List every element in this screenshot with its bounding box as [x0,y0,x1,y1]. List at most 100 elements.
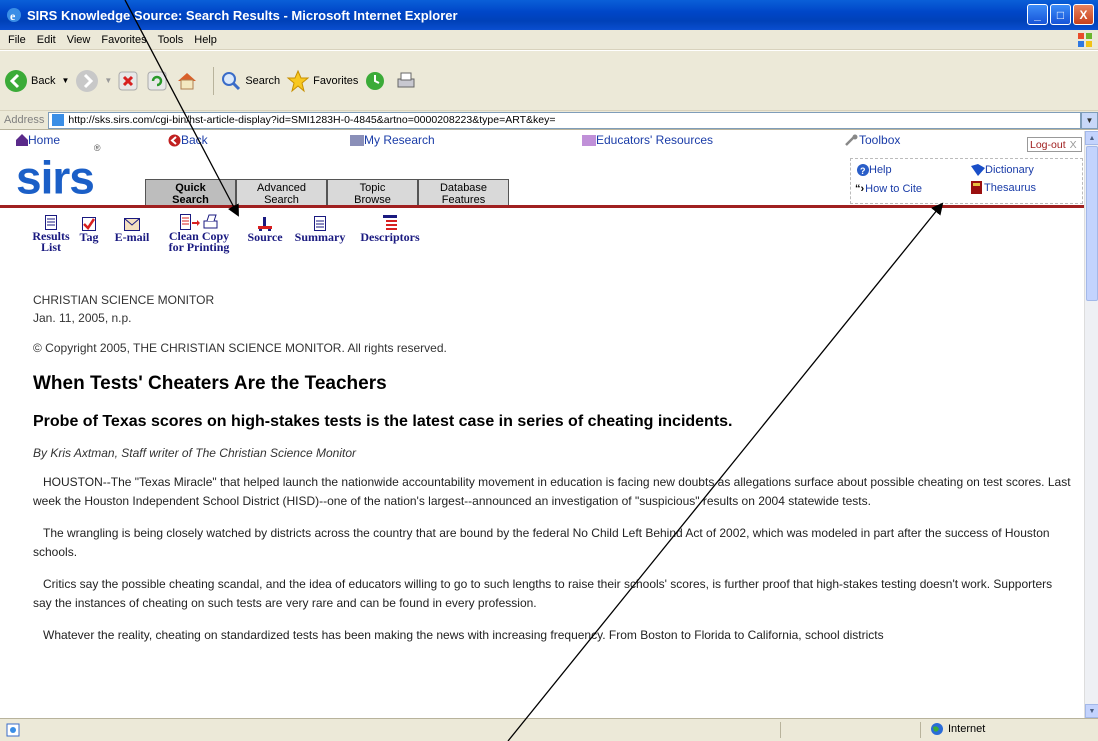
globe-icon [931,723,943,735]
publication-name: CHRISTIAN SCIENCE MONITOR [33,293,215,307]
forward-button[interactable]: ▼ [75,69,112,93]
nav-toolbox-label: Toolbox [859,133,901,147]
windows-logo-icon [1078,33,1092,47]
nav-back-label: Back [181,133,208,147]
action-label: Tag [79,230,99,244]
search-icon [222,71,241,90]
minimize-button[interactable]: _ [1027,4,1048,25]
status-divider [920,722,921,738]
source-button[interactable]: Source [240,213,290,253]
article: CHRISTIAN SCIENCE MONITOR Jan. 11, 2005,… [33,291,1073,645]
print-button[interactable] [395,70,420,92]
back-button[interactable]: Back ▼ [4,69,69,93]
article-byline: By Kris Axtman, Staff writer of The Chri… [33,446,356,460]
refresh-button[interactable] [147,71,170,91]
article-subhead: Probe of Texas scores on high-stakes tes… [33,413,733,430]
article-paragraph: The wrangling is being closely watched b… [33,526,1050,559]
scroll-up-button[interactable]: ▲ [1085,131,1098,145]
menu-help[interactable]: Help [194,34,217,46]
page-icon [52,114,65,126]
scroll-down-button[interactable]: ▼ [1085,704,1098,718]
article-headline: When Tests' Cheaters Are the Teachers [33,373,387,394]
close-button[interactable]: X [1073,4,1094,25]
search-button[interactable]: Search [220,70,280,92]
how-to-cite-link[interactable]: “› How to Cite [855,183,922,195]
vertical-scrollbar[interactable]: ▲ ▼ [1084,131,1098,718]
clean-copy-print-button[interactable]: Clean Copy for Printing [158,213,240,253]
printer-icon [397,72,415,87]
stop-icon [118,71,138,90]
logout-label: Log-out [1030,138,1066,151]
dictionary-link[interactable]: Dictionary [971,164,1034,176]
title-bar: e SIRS Knowledge Source: Search Results … [0,0,1098,30]
search-tabs: Quick Search Advanced Search Topic Browse D… [145,179,509,206]
address-url: http://sks.sirs.com/cgi-bin/hst-article-… [68,114,556,126]
email-button[interactable]: E-mail [106,213,158,253]
publication-date: Jan. 11, 2005, n.p. [33,311,132,325]
results-list-button[interactable]: Results List [30,213,72,253]
browser-toolbar: Back ▼ ▼ Search Favorites [0,51,1098,111]
favorites-label: Favorites [313,74,359,87]
menu-file[interactable]: File [8,34,26,46]
action-label: Descriptors [360,230,420,244]
menu-edit[interactable]: Edit [37,34,56,46]
zone-label: Internet [948,723,986,735]
toolbar-separator [213,66,215,95]
address-label: Address [4,114,45,126]
descriptors-icon [383,215,397,230]
favorites-button[interactable]: Favorites [286,69,358,93]
nav-toolbox[interactable]: Toolbox [845,133,900,147]
back-label: Back [31,74,56,87]
nav-home[interactable]: Home [16,133,60,147]
menu-favorites[interactable]: Favorites [101,34,146,46]
forward-arrow-icon [76,69,99,92]
home-icon [178,72,197,89]
summary-button[interactable]: Summary [290,213,350,253]
tab-topic-browse[interactable]: Topic Browse [327,179,418,206]
svg-text:e: e [10,9,16,23]
menu-view[interactable]: View [67,34,91,46]
nav-educators[interactable]: Educators' Resources [582,133,713,147]
tab-database-features[interactable]: Database Features [418,179,509,206]
history-button[interactable] [364,70,389,92]
checkbox-icon [82,217,96,231]
action-label: Source [247,230,283,244]
help-label: Help [869,164,892,176]
ie-icon: e [7,8,21,23]
descriptors-button[interactable]: Descriptors [350,213,430,253]
tab-advanced-search[interactable]: Advanced Search [236,179,327,206]
svg-text:?: ? [860,166,866,176]
maximize-button[interactable]: □ [1050,4,1071,25]
address-dropdown[interactable]: ▼ [1081,111,1098,129]
quote-icon: “› [855,183,865,195]
help-link[interactable]: ? Help [857,164,892,176]
chevron-down-icon[interactable]: ▼ [61,76,69,85]
status-bar: Internet [0,718,1098,741]
sirs-logo[interactable]: sirs® [16,143,100,200]
print-copy-icon [180,214,218,230]
status-divider [780,722,781,738]
menu-tools[interactable]: Tools [158,34,184,46]
logout-button[interactable]: Log-out X [1027,137,1082,152]
address-input[interactable]: http://sks.sirs.com/cgi-bin/hst-article-… [48,111,1081,129]
action-label: List [40,240,61,254]
tag-button[interactable]: Tag [72,213,106,253]
folder-icon [582,135,596,146]
address-bar: Address http://sks.sirs.com/cgi-bin/hst-… [0,111,1098,130]
security-zone: Internet [930,722,985,736]
scroll-thumb[interactable] [1086,146,1098,301]
history-icon [366,71,385,90]
list-icon [45,215,57,230]
nav-my-research[interactable]: My Research [350,133,435,147]
chevron-down-icon[interactable]: ▼ [104,76,112,85]
book-icon [971,181,982,194]
nav-educators-label: Educators' Resources [596,133,714,147]
thesaurus-link[interactable]: Thesaurus [971,181,1036,194]
nav-home-label: Home [28,133,61,147]
nav-back[interactable]: Back [168,133,208,147]
tab-quick-search[interactable]: Quick Search [145,179,236,206]
home-button[interactable] [176,70,201,92]
how-to-cite-label: How to Cite [865,183,923,195]
search-label: Search [245,74,281,87]
stop-button[interactable] [118,71,141,91]
